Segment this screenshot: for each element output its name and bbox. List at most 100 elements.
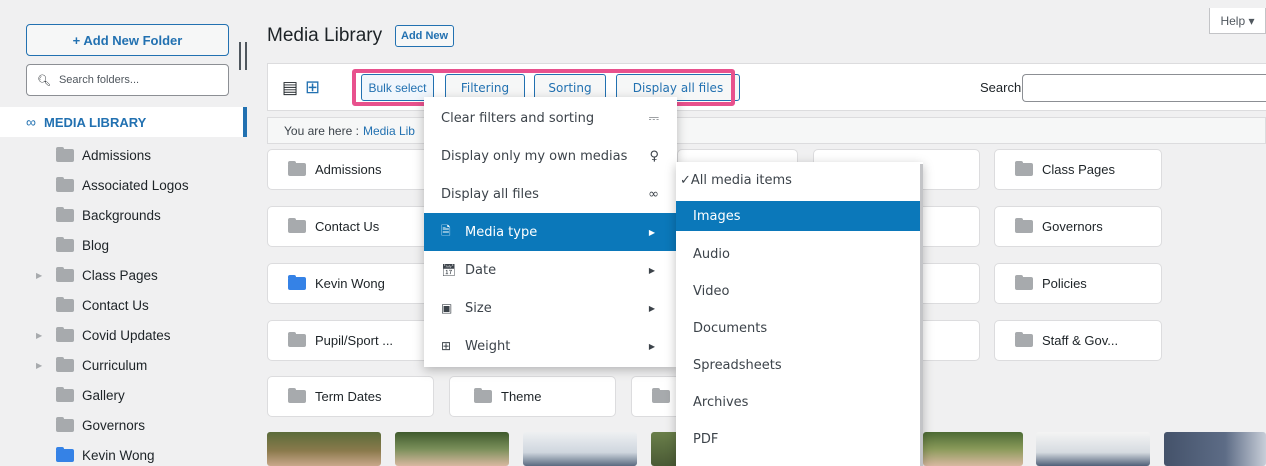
folder-label: Governors: [82, 417, 146, 433]
folder-icon: [1015, 332, 1033, 347]
folder-label: Contact Us: [82, 297, 149, 313]
infinity-icon: ∞: [648, 186, 659, 202]
submenu-item-spreadsheets[interactable]: Spreadsheets: [676, 350, 921, 380]
calendar-icon: 📅︎: [441, 263, 457, 277]
sidebar-folder-associated-logos[interactable]: Associated Logos: [0, 170, 247, 200]
submenu-item-images[interactable]: Images: [676, 201, 921, 231]
document-icon: 🗎: [441, 223, 451, 238]
infinity-icon: ∞: [26, 114, 36, 130]
sidebar-folder-kevin-wong[interactable]: Kevin Wong: [0, 440, 247, 466]
breadcrumb-prefix: You are here :: [284, 123, 359, 138]
submenu-item-video[interactable]: Video: [676, 276, 921, 306]
submenu-item-all-media[interactable]: ✓All media items: [676, 165, 921, 195]
folder-icon: [56, 326, 74, 342]
menu-item-own-medias[interactable]: Display only my own medias ♀: [424, 137, 677, 175]
submenu-item-audio[interactable]: Audio: [676, 239, 921, 269]
add-new-folder-button[interactable]: + Add New Folder: [26, 24, 229, 56]
menu-item-date[interactable]: 📅︎ Date ▶: [424, 251, 677, 289]
submenu-item-pdf[interactable]: PDF: [676, 424, 921, 454]
sidebar-folder-backgrounds[interactable]: Backgrounds: [0, 200, 247, 230]
weight-icon: ⊞: [441, 339, 452, 353]
sidebar-folder-curriculum[interactable]: ▶ Curriculum: [0, 350, 247, 380]
breadcrumb: You are here : Media Lib: [267, 117, 1266, 144]
menu-item-weight[interactable]: ⊞ Weight ▶: [424, 327, 677, 365]
chevron-right-icon: ▶: [648, 303, 655, 313]
folder-card-policies[interactable]: Policies: [994, 263, 1162, 304]
expand-arrow-icon[interactable]: ▶: [36, 331, 42, 340]
menu-item-label: Media type: [465, 224, 538, 240]
media-thumbnail[interactable]: [267, 432, 381, 466]
folder-label: Admissions: [82, 147, 152, 163]
search-label: Search: [980, 80, 1022, 95]
media-thumbnail[interactable]: [395, 432, 509, 466]
folder-card-label: Admissions: [315, 162, 382, 177]
submenu-item-archives[interactable]: Archives: [676, 387, 921, 417]
menu-item-label: Display only my own medias: [441, 148, 628, 164]
sidebar-resize-handle[interactable]: [239, 42, 247, 70]
folder-card-theme[interactable]: Theme: [449, 376, 616, 417]
list-view-icon[interactable]: ▤: [282, 78, 298, 98]
menu-item-size[interactable]: ▣ Size ▶: [424, 289, 677, 327]
media-thumbnail[interactable]: [1164, 432, 1266, 466]
chevron-right-icon: ▶: [648, 341, 655, 351]
search-folders-placeholder: Search folders...: [58, 74, 140, 86]
user-icon: ♀: [649, 148, 659, 164]
media-library-root[interactable]: ∞ MEDIA LIBRARY: [0, 107, 247, 137]
folder-icon: [56, 236, 74, 252]
folder-icon: [56, 296, 74, 312]
breadcrumb-media-library-link[interactable]: Media Lib: [363, 124, 415, 138]
folder-label: Gallery: [82, 387, 125, 403]
folder-card-term-dates[interactable]: Term Dates: [267, 376, 434, 417]
folder-card-label: Pupil/Sport ...: [315, 333, 394, 348]
menu-item-media-type[interactable]: 🗎 Media type ▶: [424, 213, 677, 251]
sidebar-folder-gallery[interactable]: Gallery: [0, 380, 247, 410]
folder-card-admissions[interactable]: Admissions: [267, 149, 434, 190]
expand-arrow-icon[interactable]: ▶: [36, 271, 42, 280]
menu-item-display-all-files[interactable]: Display all files ∞: [424, 175, 677, 213]
sidebar-folder-contact-us[interactable]: Contact Us: [0, 290, 247, 320]
submenu-item-documents[interactable]: Documents: [676, 313, 921, 343]
help-tab[interactable]: Help ▾: [1209, 8, 1266, 34]
folder-icon: [56, 386, 74, 402]
media-thumbnail[interactable]: [923, 432, 1023, 466]
folder-card-class-pages[interactable]: Class Pages: [994, 149, 1162, 190]
folder-icon: [56, 446, 74, 462]
folder-card-label: Contact Us: [315, 219, 380, 234]
folder-icon: [56, 146, 74, 162]
folder-card-label: Theme: [501, 389, 542, 404]
media-thumbnail[interactable]: [1036, 432, 1150, 466]
folder-label: Curriculum: [82, 357, 148, 373]
folder-card-label: Policies: [1042, 276, 1087, 291]
folder-label: Class Pages: [82, 267, 158, 283]
sidebar-folder-governors[interactable]: Governors: [0, 410, 247, 440]
media-library-root-label: MEDIA LIBRARY: [43, 114, 147, 130]
folder-card-kevin-wong[interactable]: Kevin Wong: [267, 263, 434, 304]
folder-icon: [56, 266, 74, 282]
folder-icon: [288, 161, 306, 176]
sidebar-folder-blog[interactable]: Blog: [0, 230, 247, 260]
folder-card-pupil-sport[interactable]: Pupil/Sport ...: [267, 320, 434, 361]
media-search-input[interactable]: [1022, 74, 1266, 102]
folder-card-label: Class Pages: [1042, 162, 1115, 177]
folder-icon: [56, 416, 74, 432]
folder-card-governors[interactable]: Governors: [994, 206, 1162, 247]
media-thumbnail[interactable]: [523, 432, 637, 466]
expand-arrow-icon[interactable]: ▶: [36, 361, 42, 370]
folder-icon: [56, 356, 74, 372]
sidebar-folder-covid-updates[interactable]: ▶ Covid Updates: [0, 320, 247, 350]
folder-card-contact-us[interactable]: Contact Us: [267, 206, 434, 247]
grid-view-icon[interactable]: ⊞: [305, 77, 320, 98]
sidebar-folder-admissions[interactable]: Admissions: [0, 140, 247, 170]
add-new-button[interactable]: Add New: [395, 25, 455, 47]
chevron-right-icon: ▶: [648, 227, 655, 237]
menu-item-clear-filters[interactable]: Clear filters and sorting ⎓: [424, 99, 677, 137]
folder-icon: [1015, 218, 1033, 233]
folder-icon: [288, 218, 306, 233]
submenu-scrollbar[interactable]: [920, 164, 923, 466]
folder-card-label: Kevin Wong: [315, 276, 385, 291]
folder-label: Backgrounds: [82, 207, 161, 223]
sidebar-folder-class-pages[interactable]: ▶ Class Pages: [0, 260, 247, 290]
search-folders-input[interactable]: 🔍︎ Search folders...: [26, 64, 229, 96]
chevron-right-icon: ▶: [648, 265, 655, 275]
folder-card-staff-gov[interactable]: Staff & Gov...: [994, 320, 1162, 361]
